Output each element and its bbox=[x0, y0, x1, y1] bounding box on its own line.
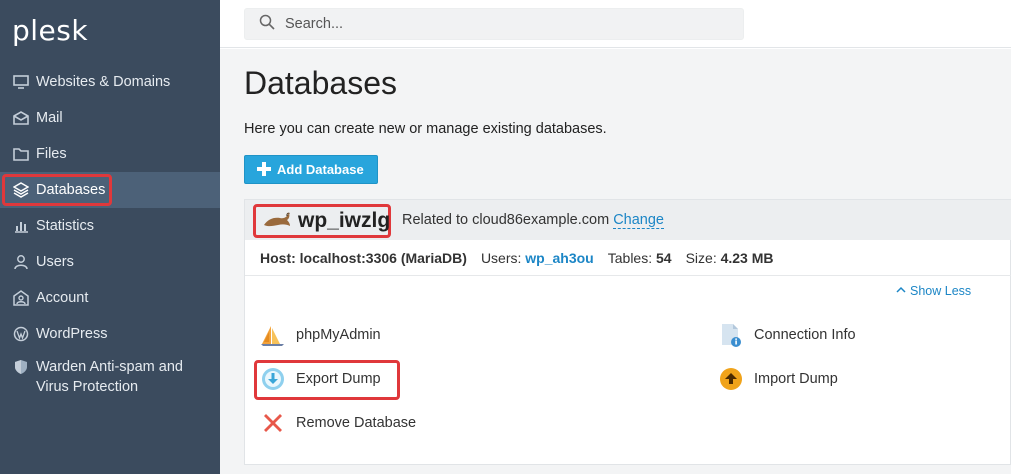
main-content: Databases Here you can create new or man… bbox=[220, 49, 1011, 474]
database-card-header: wp_iwzlg Related to cloud86example.com C… bbox=[245, 200, 1011, 240]
sidebar-item-databases[interactable]: Databases bbox=[0, 172, 220, 208]
search-icon bbox=[259, 14, 275, 35]
connection-info-label: Connection Info bbox=[754, 327, 856, 343]
phpmyadmin-label: phpMyAdmin bbox=[296, 327, 381, 343]
import-dump-action[interactable]: Import Dump bbox=[718, 364, 838, 394]
sidebar-item-label-line1: Warden Anti-spam and bbox=[36, 359, 183, 375]
bar-chart-icon bbox=[12, 217, 30, 235]
sidebar-item-label: Statistics bbox=[36, 218, 95, 234]
sidebar-item-label: Mail bbox=[36, 110, 63, 126]
database-info-row: Host: localhost:3306 (MariaDB) Users: wp… bbox=[245, 240, 1011, 276]
sidebar-item-files[interactable]: Files bbox=[0, 136, 220, 172]
related-domain: Related to cloud86example.com Change bbox=[402, 212, 664, 229]
sidebar-item-label: WordPress bbox=[36, 326, 108, 342]
tables-value: 54 bbox=[656, 249, 672, 266]
related-text: Related to cloud86example.com bbox=[402, 212, 610, 228]
size-label: Size: bbox=[685, 249, 717, 266]
sidebar-item-label: Warden Anti-spam and Virus Protection bbox=[36, 357, 183, 397]
wordpress-icon bbox=[12, 325, 30, 343]
export-dump-label: Export Dump bbox=[296, 371, 381, 387]
sidebar-item-label: Account bbox=[36, 290, 89, 306]
mariadb-seal-icon bbox=[262, 209, 292, 234]
sidebar-item-users[interactable]: Users bbox=[0, 244, 220, 280]
change-link[interactable]: Change bbox=[613, 212, 664, 229]
export-dump-action[interactable]: Export Dump bbox=[260, 364, 381, 394]
import-dump-icon bbox=[718, 366, 744, 392]
database-name-highlight: wp_iwzlg bbox=[253, 204, 391, 238]
account-icon bbox=[12, 289, 30, 307]
export-dump-icon bbox=[260, 366, 286, 392]
highlight-box bbox=[2, 174, 112, 206]
plesk-logo[interactable]: plesk bbox=[12, 14, 88, 47]
remove-database-label: Remove Database bbox=[296, 415, 417, 431]
phpmyadmin-action[interactable]: phpMyAdmin bbox=[260, 320, 381, 350]
page-description: Here you can create new or manage existi… bbox=[244, 121, 607, 137]
connection-info-action[interactable]: Connection Info bbox=[718, 320, 856, 350]
add-database-button[interactable]: Add Database bbox=[244, 155, 378, 184]
show-less-label: Show Less bbox=[910, 284, 972, 298]
database-card: wp_iwzlg Related to cloud86example.com C… bbox=[244, 199, 1011, 465]
sidebar-item-label: Files bbox=[36, 146, 67, 162]
mail-icon bbox=[12, 109, 30, 127]
plus-icon bbox=[257, 160, 271, 180]
sidebar-nav: Websites & Domains Mail Files Databases bbox=[0, 64, 220, 400]
import-dump-label: Import Dump bbox=[754, 371, 838, 387]
shield-icon bbox=[12, 358, 30, 376]
sidebar-item-label: Websites & Domains bbox=[36, 74, 171, 90]
users-label: Users: bbox=[480, 249, 522, 266]
folder-icon bbox=[12, 145, 30, 163]
sidebar: plesk Websites & Domains Mail Files Data… bbox=[0, 0, 220, 474]
size-value: 4.23 MB bbox=[720, 249, 774, 266]
page-title: Databases bbox=[244, 65, 397, 101]
host-info: Host: localhost:3306 (MariaDB) bbox=[260, 249, 467, 266]
search-input[interactable] bbox=[285, 16, 725, 32]
remove-icon bbox=[260, 410, 286, 436]
user-icon bbox=[12, 253, 30, 271]
chevron-up-icon bbox=[896, 285, 906, 297]
sidebar-item-websites-domains[interactable]: Websites & Domains bbox=[0, 64, 220, 100]
database-name[interactable]: wp_iwzlg bbox=[298, 209, 390, 233]
sidebar-item-mail[interactable]: Mail bbox=[0, 100, 220, 136]
connection-info-icon bbox=[718, 322, 744, 348]
tables-label: Tables: bbox=[607, 249, 653, 266]
sidebar-item-statistics[interactable]: Statistics bbox=[0, 208, 220, 244]
remove-database-action[interactable]: Remove Database bbox=[260, 408, 416, 438]
add-database-label: Add Database bbox=[277, 162, 364, 177]
topbar bbox=[220, 0, 1011, 48]
users-link[interactable]: wp_ah3ou bbox=[525, 250, 593, 266]
sidebar-item-account[interactable]: Account bbox=[0, 280, 220, 316]
sidebar-item-warden[interactable]: Warden Anti-spam and Virus Protection bbox=[0, 352, 220, 400]
phpmyadmin-icon bbox=[260, 322, 286, 348]
show-less-toggle[interactable]: Show Less bbox=[896, 284, 971, 298]
sidebar-item-wordpress[interactable]: WordPress bbox=[0, 316, 220, 352]
sidebar-item-label: Users bbox=[36, 254, 74, 270]
sidebar-item-label-line2: Virus Protection bbox=[36, 379, 139, 395]
monitor-icon bbox=[12, 73, 30, 91]
search-box[interactable] bbox=[244, 8, 744, 40]
